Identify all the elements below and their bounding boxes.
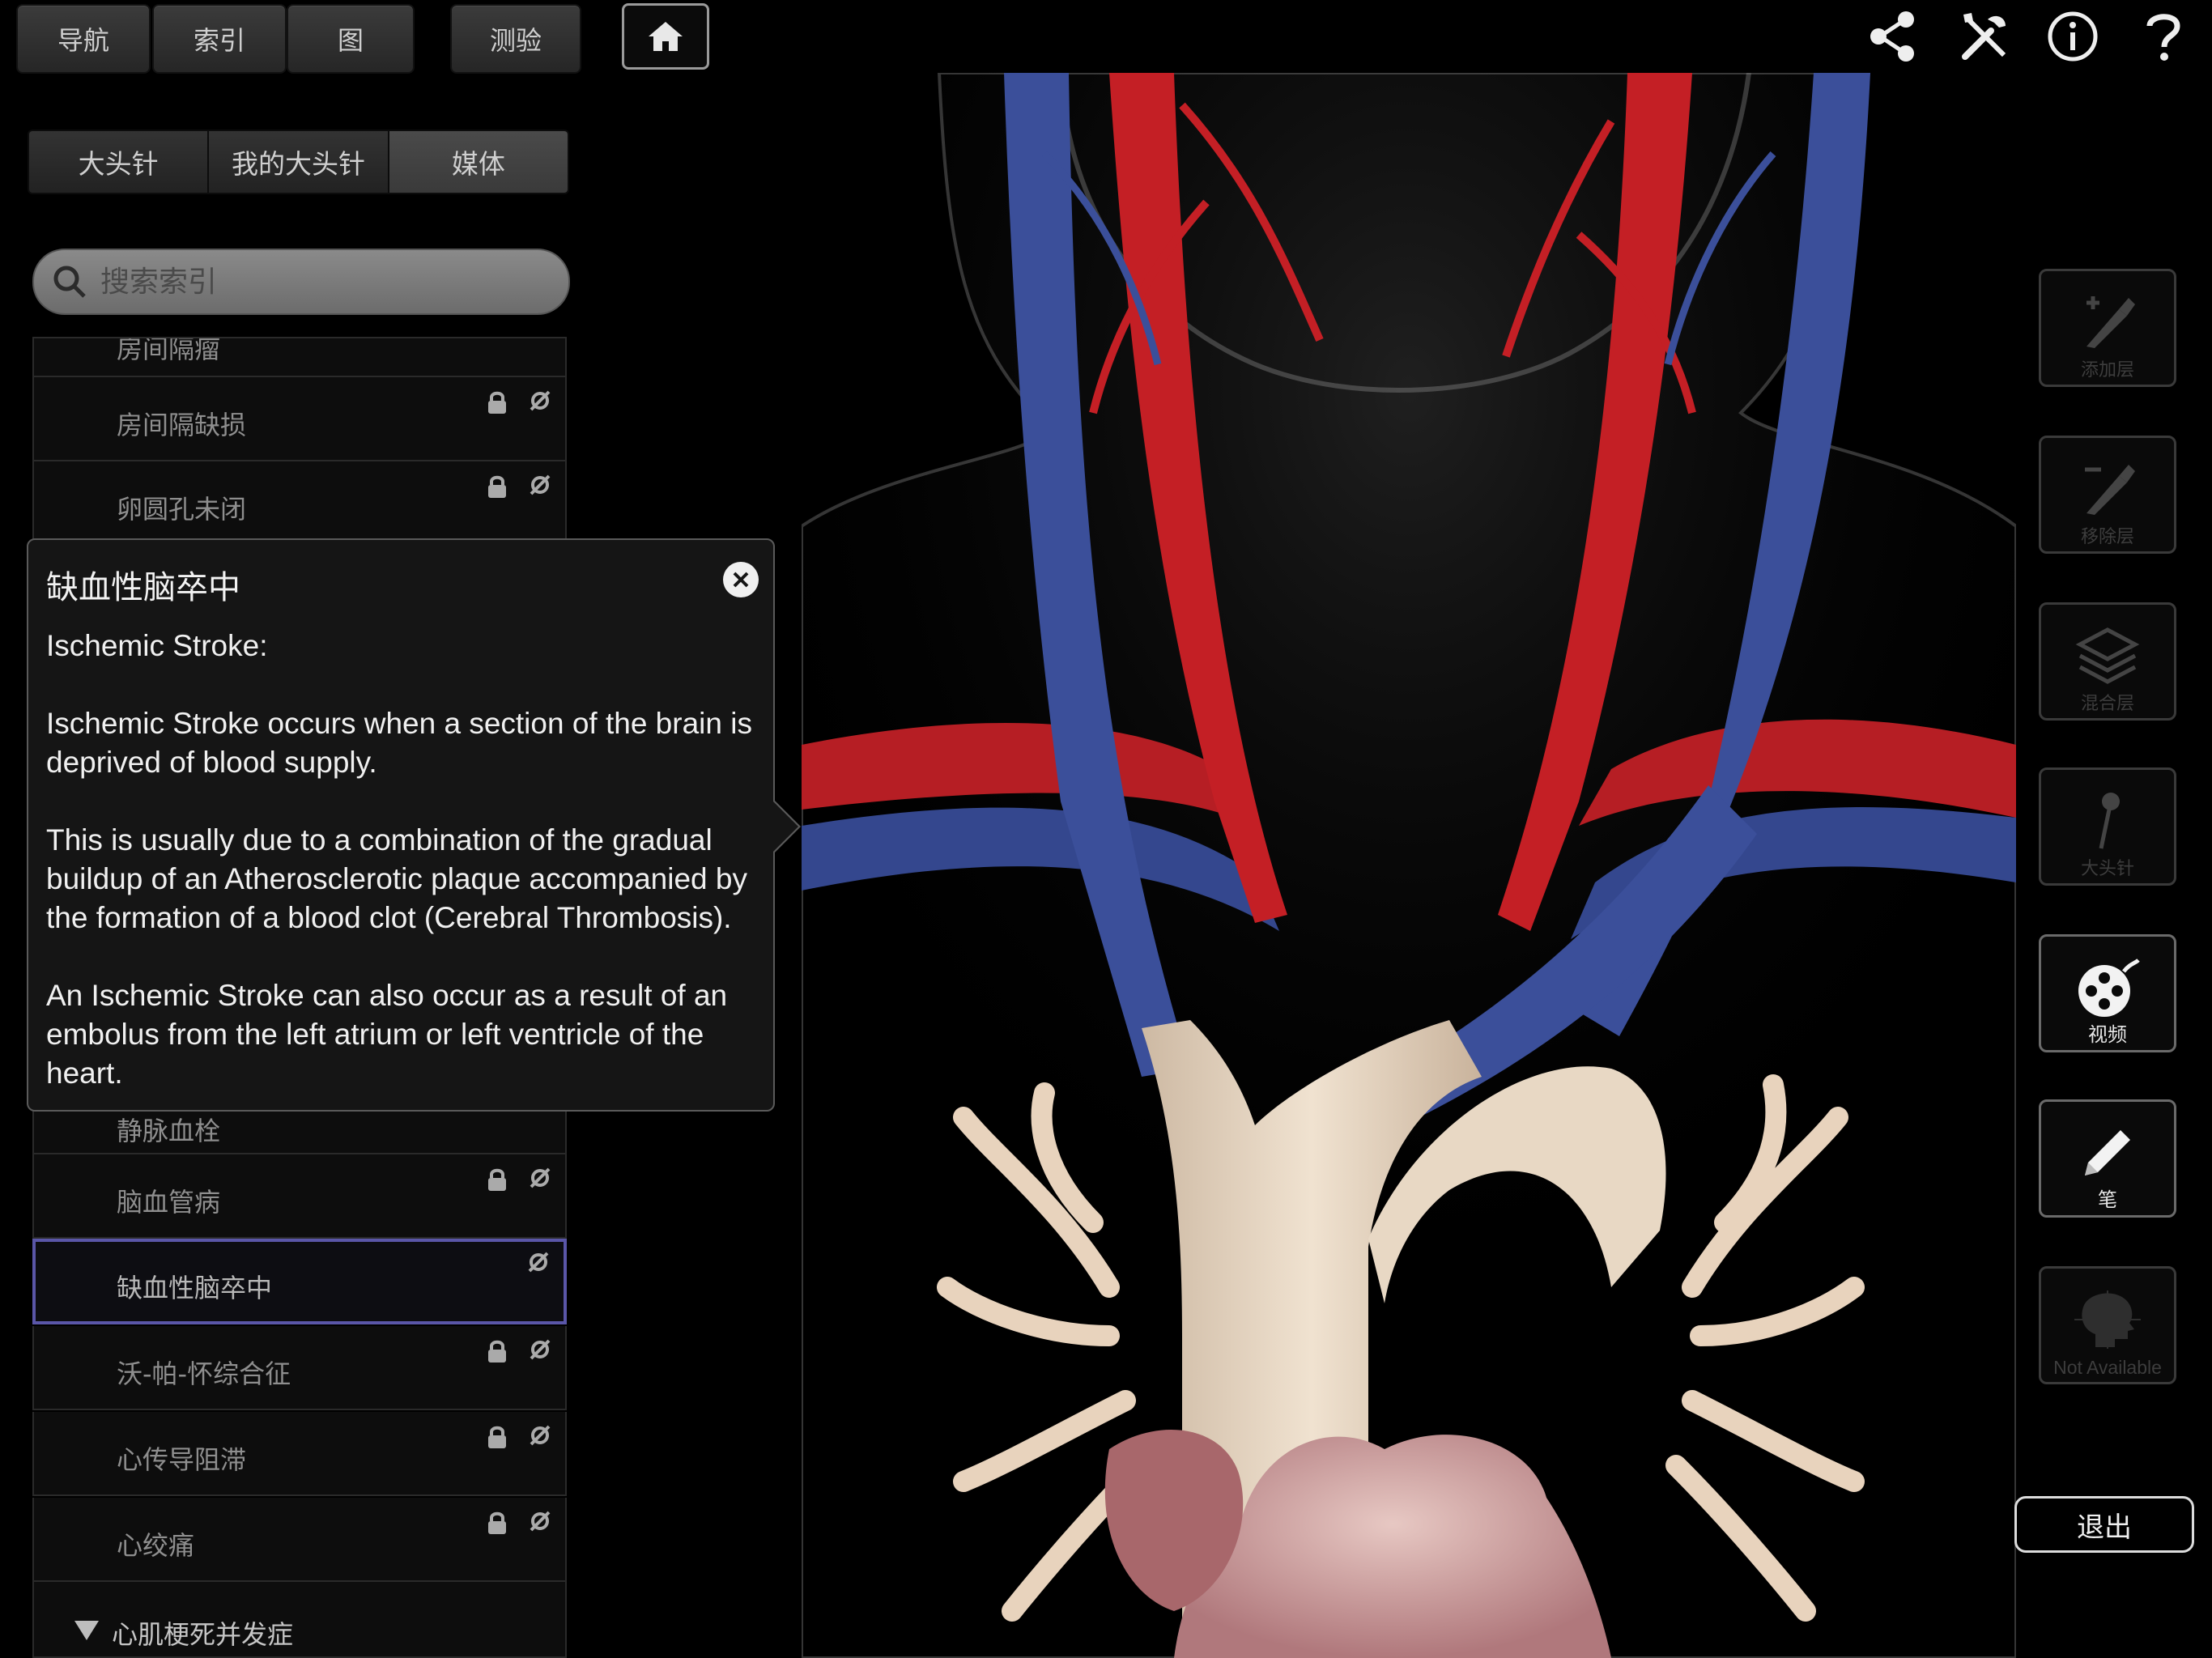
home-icon [649,22,683,51]
popover-close-button[interactable] [723,562,759,597]
search-input[interactable] [99,264,555,300]
info-popover: 缺血性脑卒中 Ischemic Stroke: Ischemic Stroke … [27,538,801,1112]
film-reel-icon [2078,959,2140,1017]
share-button[interactable] [1861,4,1925,69]
popover-arrow-inner [772,801,798,852]
tab-quiz-label: 测验 [489,25,542,56]
pin-icon [2099,793,2120,849]
pen-button[interactable]: 笔 [2039,1099,2176,1218]
anatomy-3d-viewport[interactable] [802,73,2016,1658]
group-header[interactable]: 心肌梗死并发症 [32,1582,567,1658]
pin-hide-icon[interactable] [528,1166,552,1190]
exit-label: 退出 [2077,1511,2132,1544]
info-button[interactable] [2040,4,2105,69]
blend-layer-label: 混合层 [2080,694,2134,714]
search-bar [32,249,570,315]
popover-paragraph: This is usually due to a combination of … [46,823,747,934]
help-button[interactable] [2131,4,2196,69]
pin-tool-label: 大头针 [2080,859,2134,879]
pins-segmented-control: 大头针 我的大头针 媒体 [28,130,569,194]
video-label: 视频 [2088,1023,2127,1046]
list-item-partial[interactable]: 房间隔瘤 [32,337,567,377]
info-icon [2048,11,2098,62]
list-item-label: 脑血管病 [117,1187,221,1218]
segment-my-pins-label: 我的大头针 [231,148,365,180]
tab-index[interactable]: 索引 [152,4,287,74]
close-icon [733,572,749,588]
add-layer-button[interactable]: 添加层 [2039,269,2176,387]
anatomy-illustration [802,73,2016,1658]
list-item-label: 缺血性脑卒中 [117,1273,273,1303]
list-item[interactable]: 房间隔缺损 [32,377,567,461]
popover-title: 缺血性脑卒中 [46,569,240,606]
list-item[interactable]: 卵圆孔未闭 [32,461,567,546]
popover-paragraph: Ischemic Stroke occurs when a section of… [46,707,752,779]
help-icon [2146,14,2180,61]
list-item-selected[interactable]: 缺血性脑卒中 [32,1239,567,1324]
list-item-label: 卵圆孔未闭 [117,494,247,525]
head-profile-icon [2074,1290,2141,1349]
scalpel-plus-icon [2087,296,2135,348]
list-item[interactable]: 脑血管病 [32,1154,567,1239]
segment-media[interactable]: 媒体 [389,131,568,193]
lock-icon [488,391,506,414]
tab-index-label: 索引 [193,25,245,56]
not-available-button: Not Available [2039,1266,2176,1384]
remove-layer-label: 移除层 [2080,527,2134,547]
popover-body: Ischemic Stroke: Ischemic Stroke occurs … [46,627,759,1132]
layers-icon [2075,627,2140,684]
pin-hide-icon[interactable] [528,389,552,413]
pin-hide-icon[interactable] [528,1423,552,1448]
tab-nav-label: 导航 [57,25,109,56]
segment-pins-label: 大头针 [78,148,159,180]
not-available-label: Not Available [2053,1357,2162,1378]
pin-hide-icon[interactable] [528,1509,552,1533]
list-item-label: 房间隔缺损 [117,410,247,440]
pen-label: 笔 [2098,1188,2117,1211]
tab-graph-label: 图 [337,25,364,56]
pin-hide-icon[interactable] [526,1250,551,1274]
disclosure-triangle-icon [74,1621,99,1640]
blend-layer-button[interactable]: 混合层 [2039,602,2176,721]
lock-icon [488,1511,506,1534]
segment-my-pins[interactable]: 我的大头针 [209,131,389,193]
video-button[interactable]: 视频 [2039,934,2176,1052]
list-item-label: 沃-帕-怀综合征 [117,1358,291,1389]
segment-pins[interactable]: 大头针 [29,131,210,193]
list-item-label: 心传导阻滞 [117,1444,247,1475]
pin-hide-icon[interactable] [528,473,552,497]
remove-layer-button[interactable]: 移除层 [2039,436,2176,554]
list-item[interactable]: 心传导阻滞 [32,1412,567,1496]
lock-icon [488,1340,506,1363]
tab-nav[interactable]: 导航 [16,4,151,74]
pencil-icon [2085,1130,2130,1175]
tools-icon [1962,13,2006,60]
tab-quiz[interactable]: 测验 [450,4,581,74]
add-layer-label: 添加层 [2080,360,2134,380]
home-button[interactable] [622,3,709,70]
group-header-label: 心肌梗死并发症 [112,1619,294,1650]
popover-heading: Ischemic Stroke: [46,629,268,662]
popover-paragraph: An Ischemic Stroke can also occur as a r… [46,979,728,1090]
list-item-label: 房间隔瘤 [117,337,221,364]
list-item[interactable]: 心绞痛 [32,1498,567,1582]
list-item-label: 心绞痛 [117,1530,195,1561]
tools-button[interactable] [1953,4,2018,69]
pin-hide-icon[interactable] [528,1337,552,1362]
lock-icon [488,1168,506,1191]
share-icon [1870,11,1914,62]
lock-icon [488,1426,506,1448]
exit-button[interactable]: 退出 [2014,1496,2194,1553]
scalpel-minus-icon [2085,465,2135,515]
lock-icon [488,475,506,498]
list-item[interactable]: 沃-帕-怀综合征 [32,1326,567,1410]
tab-graph[interactable]: 图 [287,4,415,74]
search-icon [53,266,86,298]
pin-tool-button[interactable]: 大头针 [2039,767,2176,886]
segment-media-label: 媒体 [451,148,505,180]
